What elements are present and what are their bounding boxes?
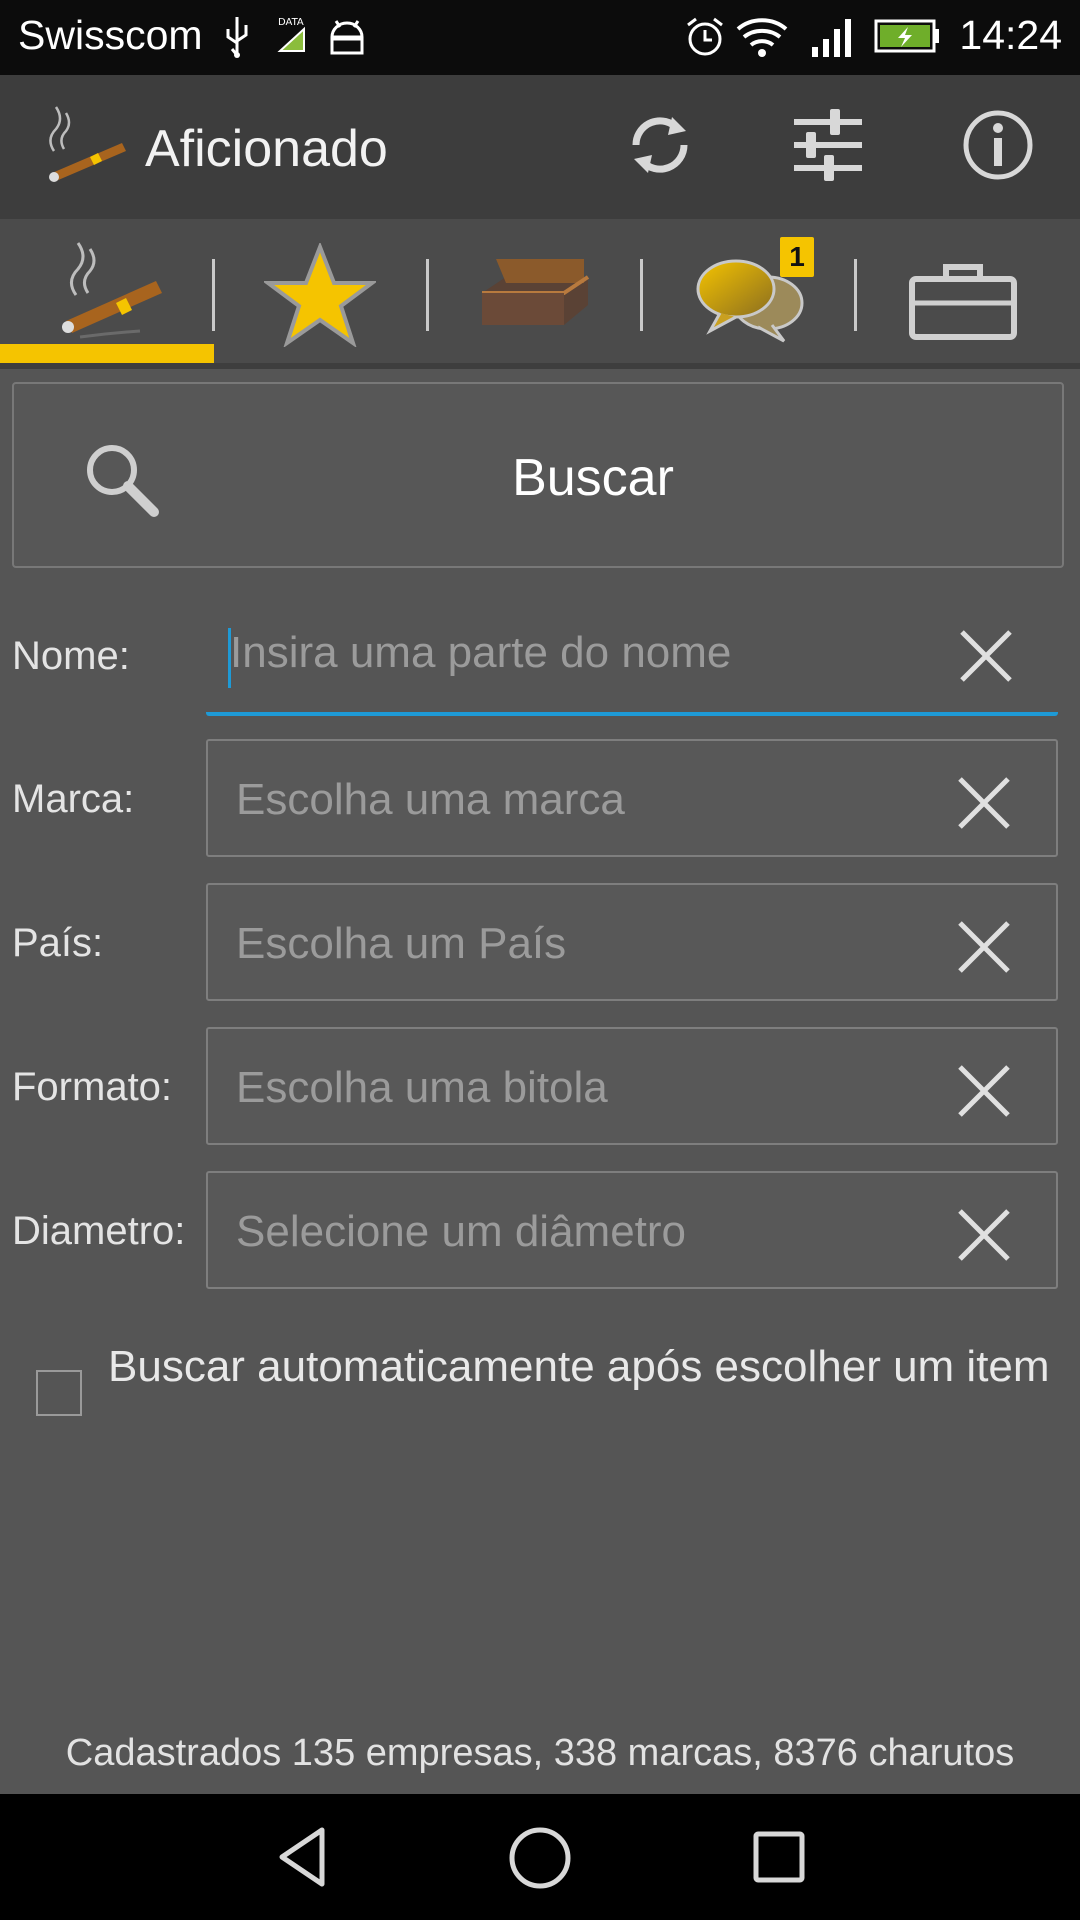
info-icon[interactable] xyxy=(960,107,1036,183)
formato-input[interactable]: Escolha uma bitola xyxy=(206,1027,1058,1145)
clear-formato-icon[interactable] xyxy=(954,1061,1014,1121)
alarm-icon xyxy=(687,17,723,56)
diametro-label: Diametro: xyxy=(12,1209,186,1253)
cigar-icon xyxy=(62,242,162,339)
auto-search-label[interactable]: Buscar automaticamente após escolher um … xyxy=(108,1338,1058,1395)
app-logo-cigar-icon xyxy=(49,106,126,182)
clear-pais-icon[interactable] xyxy=(954,917,1014,977)
pais-input[interactable]: Escolha um País xyxy=(206,883,1058,1001)
tab-divider xyxy=(854,259,857,331)
tab-briefcase[interactable] xyxy=(858,219,1072,363)
pais-label: País: xyxy=(12,921,104,965)
android-icon xyxy=(330,20,364,55)
home-icon[interactable] xyxy=(504,1822,576,1894)
search-button[interactable]: Buscar xyxy=(12,382,1064,568)
nome-label: Nome: xyxy=(12,634,130,678)
sync-icon[interactable] xyxy=(622,107,698,183)
svg-text:DATA: DATA xyxy=(278,17,304,28)
clear-nome-icon[interactable] xyxy=(956,626,1016,686)
action-bar: Aficionado xyxy=(0,75,1080,219)
clear-diametro-icon[interactable] xyxy=(954,1205,1014,1265)
recents-icon[interactable] xyxy=(744,1822,814,1892)
marca-label: Marca: xyxy=(12,777,135,821)
navigation-bar xyxy=(0,1794,1080,1920)
nome-input[interactable]: Insira uma parte do nome xyxy=(206,598,1058,716)
clock: 14:24 xyxy=(959,12,1062,58)
briefcase-icon xyxy=(909,264,1017,340)
catalog-stats: Cadastrados 135 empresas, 338 marcas, 83… xyxy=(65,1732,1015,1774)
back-icon[interactable] xyxy=(270,1822,340,1892)
tab-favorites[interactable] xyxy=(216,219,430,363)
tab-selected-indicator xyxy=(0,344,214,363)
tab-divider xyxy=(212,259,215,331)
data-icon: DATA xyxy=(277,17,305,52)
pais-placeholder: Escolha um País xyxy=(236,919,567,968)
messages-badge: 1 xyxy=(780,237,814,277)
diametro-placeholder: Selecione um diâmetro xyxy=(236,1207,687,1256)
usb-icon xyxy=(226,17,248,58)
tab-bar: 1 xyxy=(0,219,1080,369)
formato-label: Formato: xyxy=(12,1065,173,1109)
formato-placeholder: Escolha uma bitola xyxy=(236,1063,608,1112)
marca-input[interactable]: Escolha uma marca xyxy=(206,739,1058,857)
search-button-label: Buscar xyxy=(512,449,674,507)
signal-icon xyxy=(812,19,851,57)
wifi-icon xyxy=(736,18,788,57)
app-title: Aficionado xyxy=(145,120,388,178)
tab-cigar[interactable] xyxy=(0,219,214,363)
humidor-box-icon xyxy=(482,259,590,325)
carrier-name: Swisscom xyxy=(18,12,203,58)
star-icon xyxy=(264,243,376,347)
diametro-input[interactable]: Selecione um diâmetro xyxy=(206,1171,1058,1289)
nome-placeholder: Insira uma parte do nome xyxy=(230,628,732,677)
tab-messages[interactable]: 1 xyxy=(644,219,858,363)
tab-divider xyxy=(640,259,643,331)
battery-charging-icon xyxy=(874,19,939,53)
tab-divider xyxy=(426,259,429,331)
clear-marca-icon[interactable] xyxy=(954,773,1014,833)
auto-search-checkbox[interactable] xyxy=(36,1370,82,1416)
tab-humidor[interactable] xyxy=(430,219,644,363)
marca-placeholder: Escolha uma marca xyxy=(236,775,625,824)
status-bar: Swisscom DATA 14:24 xyxy=(0,0,1080,75)
filter-sliders-icon[interactable] xyxy=(790,107,866,183)
